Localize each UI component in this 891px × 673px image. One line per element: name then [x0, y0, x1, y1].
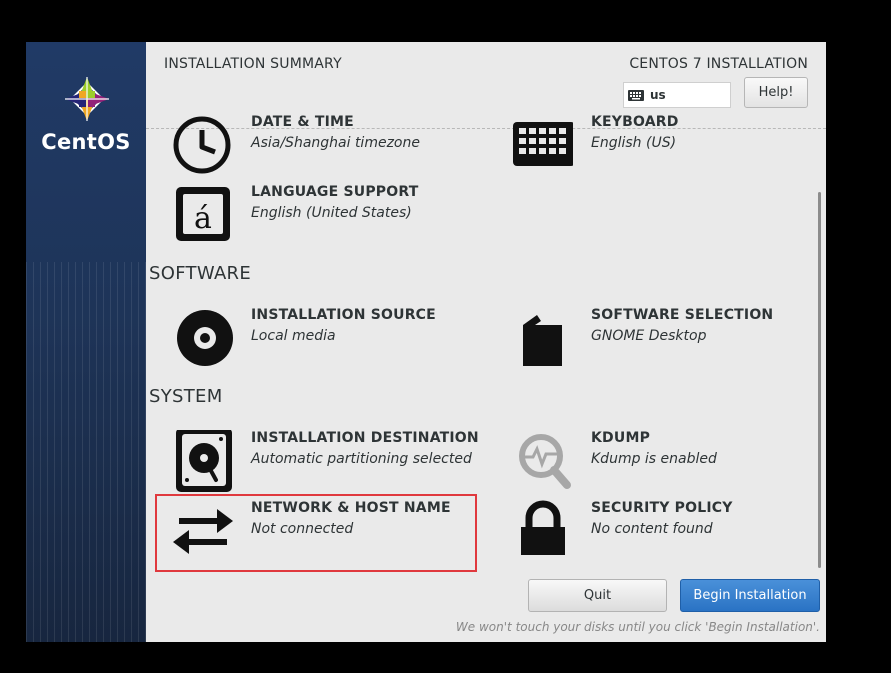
spoke-status: Not connected — [251, 521, 354, 537]
spoke-status: English (United States) — [251, 205, 412, 221]
installer-window: CentOS INSTALLATION SUMMARY CENTOS 7 INS… — [26, 42, 826, 642]
spoke-security-policy[interactable]: SECURITY POLICY No content found — [511, 500, 811, 562]
spoke-title: KDUMP — [591, 430, 651, 446]
spoke-status: No content found — [591, 521, 713, 537]
clock-icon — [171, 114, 233, 176]
sidebar-texture — [26, 262, 146, 642]
spoke-title: DATE & TIME — [251, 114, 354, 130]
section-heading-system: SYSTEM — [149, 386, 223, 407]
spoke-kdump[interactable]: KDUMP Kdump is enabled — [511, 430, 811, 492]
language-icon: á — [171, 184, 233, 246]
page-title: INSTALLATION SUMMARY — [164, 56, 342, 72]
sidebar: CentOS — [26, 42, 146, 642]
spoke-title: INSTALLATION SOURCE — [251, 307, 436, 323]
spoke-keyboard[interactable]: KEYBOARD English (US) — [511, 114, 811, 176]
section-heading-software: SOFTWARE — [149, 263, 252, 284]
begin-installation-button[interactable]: Begin Installation — [680, 579, 820, 612]
footer-note: We won't touch your disks until you clic… — [455, 620, 820, 634]
package-icon — [511, 307, 573, 369]
spoke-title: KEYBOARD — [591, 114, 679, 130]
svg-text:á: á — [194, 201, 212, 236]
spoke-status: Kdump is enabled — [591, 451, 717, 467]
spoke-network-host-name[interactable]: NETWORK & HOST NAME Not connected — [171, 500, 471, 562]
keyboard-layout-label: us — [650, 88, 666, 102]
keyboard-icon — [628, 89, 644, 101]
spoke-title: INSTALLATION DESTINATION — [251, 430, 479, 446]
spoke-software-selection[interactable]: SOFTWARE SELECTION GNOME Desktop — [511, 307, 811, 369]
quit-button[interactable]: Quit — [528, 579, 667, 612]
spoke-status: Automatic partitioning selected — [251, 451, 472, 467]
spoke-status: English (US) — [591, 135, 677, 151]
harddisk-icon — [171, 430, 233, 492]
scrollbar[interactable] — [818, 192, 821, 568]
keyboard-layout-indicator[interactable]: us — [623, 82, 731, 108]
disc-icon — [171, 307, 233, 369]
spoke-installation-destination[interactable]: INSTALLATION DESTINATION Automatic parti… — [171, 430, 481, 492]
spoke-installation-source[interactable]: INSTALLATION SOURCE Local media — [171, 307, 471, 369]
spoke-title: SOFTWARE SELECTION — [591, 307, 774, 323]
magnifier-icon — [511, 430, 573, 492]
main-panel: INSTALLATION SUMMARY CENTOS 7 INSTALLATI… — [146, 42, 826, 642]
centos-logo-icon — [65, 77, 109, 121]
help-button[interactable]: Help! — [744, 77, 808, 108]
spoke-status: Local media — [251, 328, 336, 344]
spoke-title: SECURITY POLICY — [591, 500, 733, 516]
spoke-title: LANGUAGE SUPPORT — [251, 184, 419, 200]
spoke-title: NETWORK & HOST NAME — [251, 500, 451, 516]
spoke-status: Asia/Shanghai timezone — [251, 135, 420, 151]
spoke-date-time[interactable]: DATE & TIME Asia/Shanghai timezone — [171, 114, 471, 176]
spoke-status: GNOME Desktop — [591, 328, 707, 344]
keyboard-icon — [511, 114, 573, 176]
network-arrows-icon — [171, 500, 233, 562]
brand-name: CentOS — [41, 130, 131, 154]
product-title: CENTOS 7 INSTALLATION — [629, 56, 808, 72]
spoke-language-support[interactable]: á LANGUAGE SUPPORT English (United State… — [171, 184, 471, 246]
lock-icon — [511, 500, 573, 562]
